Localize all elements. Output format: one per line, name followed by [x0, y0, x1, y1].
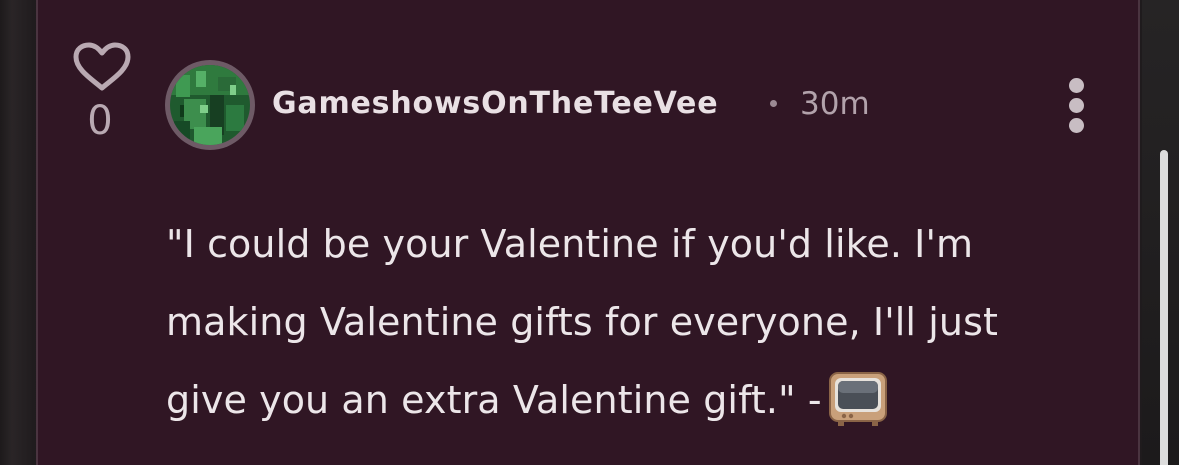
comment-timestamp: 30m — [800, 86, 870, 122]
comment-line: making Valentine gifts for everyone, I'l… — [166, 300, 999, 344]
menu-dot — [1069, 118, 1084, 133]
heart-outline-icon[interactable] — [73, 42, 131, 92]
television-emoji — [828, 371, 887, 426]
scrollbar[interactable] — [1160, 150, 1168, 465]
comment-line: "I could be your Valentine if you'd like… — [166, 222, 974, 266]
more-options-button[interactable] — [1058, 74, 1096, 136]
like-count: 0 — [87, 98, 113, 144]
page: 0 GameshowsOnTheTeeVee 30m "I could be y… — [0, 0, 1179, 465]
metadata-separator — [770, 100, 777, 107]
username-link[interactable]: GameshowsOnTheTeeVee — [272, 84, 718, 124]
green-avatar-image — [170, 65, 250, 145]
vote-control: 0 — [72, 42, 132, 144]
comment-line-last: give you an extra Valentine gift." - — [166, 361, 1126, 439]
more-vertical-icon — [1069, 78, 1084, 93]
comment-text: "I could be your Valentine if you'd like… — [166, 205, 1126, 439]
user-avatar[interactable] — [165, 60, 255, 150]
comment-line-text: give you an extra Valentine gift." - — [166, 378, 822, 422]
menu-dot — [1069, 98, 1084, 113]
